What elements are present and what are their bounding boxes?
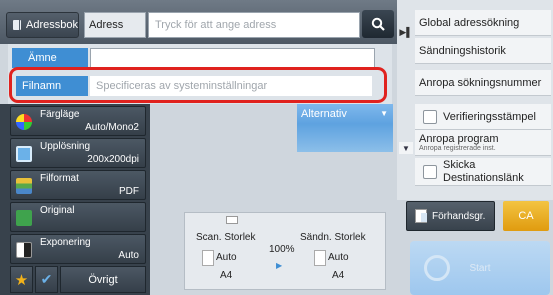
check-button[interactable]: ✔ <box>35 266 58 293</box>
setting-label: Filformat <box>40 173 79 184</box>
arrow-right-icon: ▶ <box>276 261 283 270</box>
address-book-button[interactable]: Adressbok <box>6 12 79 38</box>
setting-label: Upplösning <box>40 141 91 152</box>
alternativ-panel <box>297 124 393 152</box>
address-book-icon <box>13 20 22 30</box>
exposure-button[interactable]: Exponering Auto <box>10 234 146 264</box>
destination-link-checkbox[interactable] <box>423 164 437 179</box>
resolution-icon <box>16 146 32 162</box>
file-format-button[interactable]: Filformat PDF <box>10 170 146 200</box>
send-paper-icon <box>314 250 326 266</box>
file-format-icon <box>16 178 32 194</box>
start-button[interactable]: Start <box>410 241 550 295</box>
subject-label: Ämne <box>12 48 88 68</box>
send-size-label: Sändn. Storlek <box>300 232 366 243</box>
resolution-button[interactable]: Upplösning 200x200dpi <box>10 138 146 168</box>
preview-icon <box>415 209 427 223</box>
menu-item-label: Verifieringsstämpel <box>443 110 536 123</box>
other-button[interactable]: Övrigt <box>60 266 146 293</box>
scan-paper-icon <box>202 250 214 266</box>
chevron-down-icon: ▼ <box>380 109 388 118</box>
menu-item-label: Anropa sökningsnummer <box>419 76 542 89</box>
search-button[interactable] <box>362 10 394 38</box>
setting-label: Färgläge <box>40 109 80 120</box>
checkmark-icon: ✔ <box>40 271 53 287</box>
star-icon: ★ <box>14 271 29 289</box>
original-button[interactable]: Original <box>10 202 146 232</box>
favorite-button[interactable]: ★ <box>10 266 33 293</box>
verification-stamp-checkbox[interactable] <box>423 109 437 124</box>
filename-highlight-frame <box>9 67 387 103</box>
menu-global-address-search[interactable]: Global adressökning <box>415 10 551 36</box>
send-auto: Auto <box>328 252 349 263</box>
scroll-down-icon[interactable]: ▼ <box>399 142 413 154</box>
clear-all-button[interactable]: CA <box>503 201 549 231</box>
menu-item-label: Global adressökning <box>419 16 520 29</box>
setting-label: Original <box>40 205 75 216</box>
send-size-value: A4 <box>332 270 345 281</box>
menu-verification-stamp[interactable]: Verifieringsstämpel <box>415 104 551 130</box>
menu-item-label: Skicka Destinationslänk <box>443 158 524 184</box>
color-mode-button[interactable]: Färgläge Auto/Mono2 <box>10 106 146 136</box>
menu-item-sublabel: Anropa registrerade inst. <box>419 144 496 152</box>
address-input[interactable]: Tryck för att ange adress <box>148 12 360 38</box>
setting-value: Auto <box>118 250 139 261</box>
start-icon <box>424 255 450 281</box>
alternativ-dropdown[interactable]: Alternativ ▼ <box>297 104 393 124</box>
preview-button[interactable]: Förhandsgr. <box>406 201 495 231</box>
menu-item-label: Anropa program <box>419 132 499 145</box>
original-icon <box>16 210 32 226</box>
menu-call-program[interactable]: Anropa program Anropa registrerade inst. <box>415 130 551 156</box>
scan-auto: Auto <box>216 252 237 263</box>
collapse-menu-icon[interactable]: ▶▌ <box>397 10 415 54</box>
exposure-icon <box>16 242 32 258</box>
bottom-toolbar: ★ ✔ Övrigt <box>10 266 146 293</box>
setting-value: Auto/Mono2 <box>85 122 139 133</box>
menu-send-history[interactable]: Sändningshistorik <box>415 38 551 64</box>
alternativ-label: Alternativ <box>301 108 347 120</box>
scanner-icon <box>226 216 238 224</box>
subject-input[interactable] <box>90 48 375 68</box>
setting-value: PDF <box>119 186 139 197</box>
menu-send-destination-link[interactable]: Skicka Destinationslänk <box>415 158 551 186</box>
ratio-value: 100% <box>269 244 295 255</box>
search-icon <box>371 17 385 31</box>
menu-item-label: Sändningshistorik <box>419 44 506 57</box>
scan-size-label: Scan. Storlek <box>196 232 256 243</box>
menu-call-search-number[interactable]: Anropa sökningsnummer <box>415 70 551 96</box>
start-label: Start <box>469 262 491 274</box>
address-book-label: Adressbok <box>26 19 78 31</box>
color-mode-icon <box>16 114 32 130</box>
address-label: Adress <box>84 12 146 38</box>
scan-size-value: A4 <box>220 270 233 281</box>
setting-label: Exponering <box>40 237 91 248</box>
preview-label: Förhandsgr. <box>432 210 486 222</box>
setting-value: 200x200dpi <box>87 154 139 165</box>
